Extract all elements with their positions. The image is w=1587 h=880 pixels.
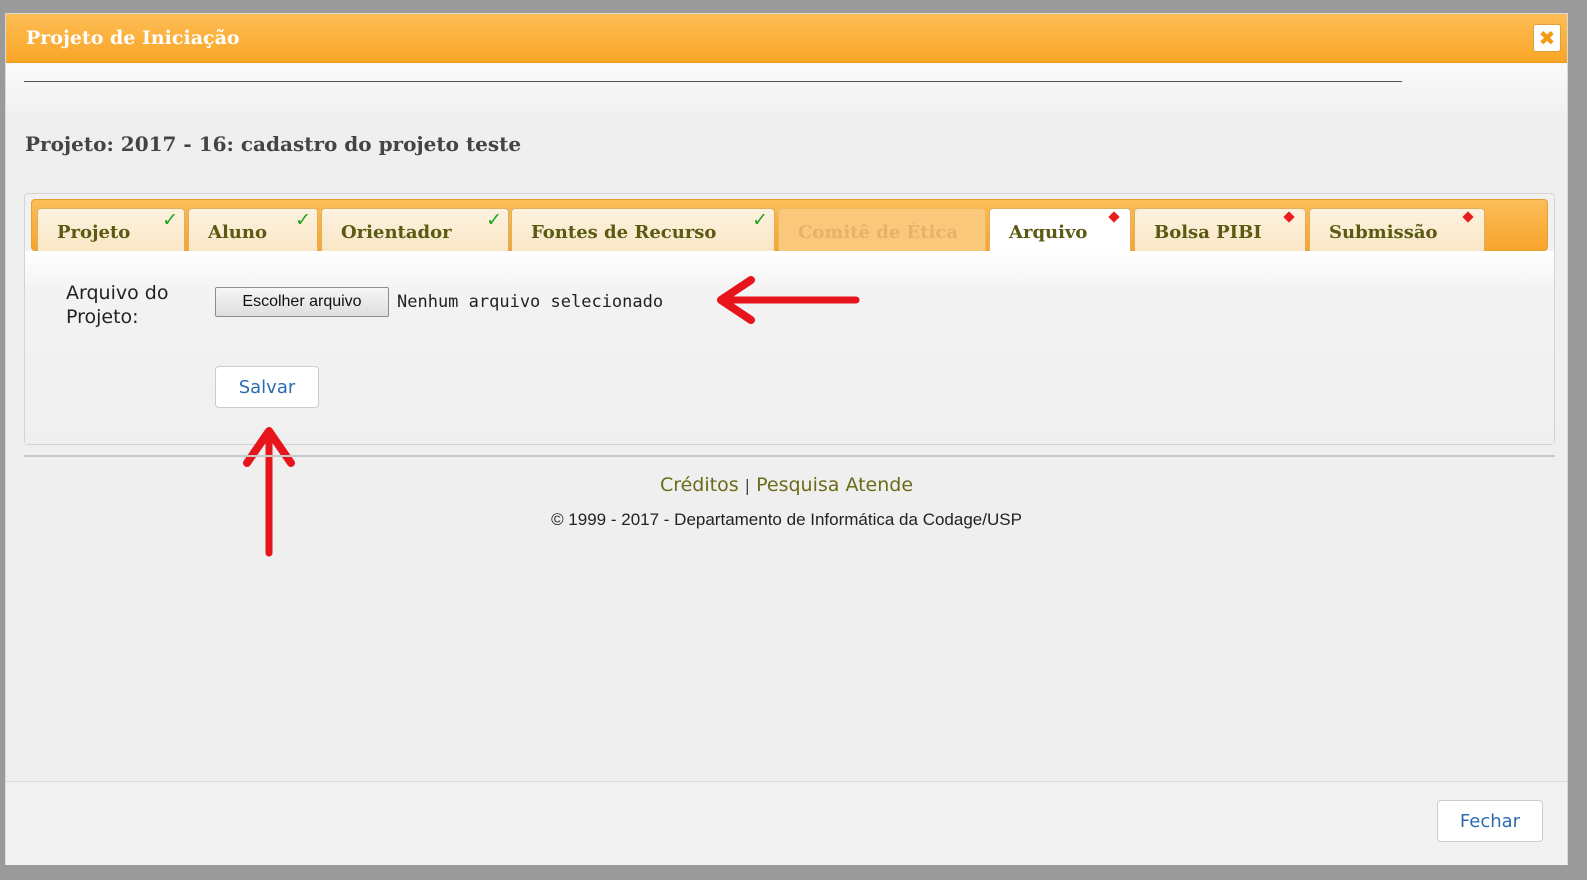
tab-bolsa-pibi[interactable]: Bolsa PIBI — [1134, 208, 1306, 252]
close-button[interactable]: Fechar — [1437, 800, 1543, 842]
file-field-label: Arquivo do Projeto: — [66, 281, 168, 329]
file-field-label-line: Projeto: — [66, 306, 139, 328]
tab-comite-de-etica: Comitê de Ética — [778, 208, 986, 252]
tab-label: Projeto — [57, 222, 131, 243]
tab-label: Bolsa PIBI — [1154, 222, 1262, 243]
pending-dot-icon — [1283, 211, 1295, 223]
support-link[interactable]: Pesquisa Atende — [756, 474, 913, 496]
header-band — [6, 63, 1567, 113]
check-icon: ✓ — [162, 209, 178, 231]
tab-submissao[interactable]: Submissão — [1309, 208, 1485, 252]
copyright-text: © 1999 - 2017 - Departamento de Informát… — [551, 510, 1022, 529]
tab-bar: Projeto ✓ Aluno ✓ Orientador ✓ Fontes de… — [31, 199, 1548, 253]
check-icon: ✓ — [295, 209, 311, 231]
header-divider — [24, 81, 1402, 82]
tab-orientador[interactable]: Orientador ✓ — [321, 208, 509, 252]
tab-label: Fontes de Recurso — [531, 222, 717, 243]
tab-projeto[interactable]: Projeto ✓ — [37, 208, 185, 252]
dialog-button-bar: Fechar — [6, 781, 1567, 865]
tab-label: Comitê de Ética — [798, 222, 959, 243]
check-icon: ✓ — [752, 209, 768, 231]
footer-divider — [24, 455, 1555, 457]
tab-label: Submissão — [1329, 222, 1438, 243]
tab-fontes-de-recurso[interactable]: Fontes de Recurso ✓ — [511, 208, 775, 252]
dialog-titlebar: Projeto de Iniciação ✖ — [6, 14, 1567, 63]
check-icon: ✓ — [486, 209, 502, 231]
annotation-arrow-left-icon — [717, 276, 860, 324]
file-field-label-line: Arquivo do — [66, 282, 169, 304]
tab-aluno[interactable]: Aluno ✓ — [188, 208, 318, 252]
tab-label: Orientador — [341, 222, 452, 243]
pending-dot-icon — [1462, 211, 1474, 223]
tab-panel: Projeto ✓ Aluno ✓ Orientador ✓ Fontes de… — [24, 193, 1555, 445]
dialog-title: Projeto de Iniciação — [26, 27, 240, 49]
file-status-text: Nenhum arquivo selecionado — [397, 292, 664, 312]
page-title: Projeto: 2017 - 16: cadastro do projeto … — [25, 132, 522, 156]
dialog-window: Projeto de Iniciação ✖ Projeto: 2017 - 1… — [5, 13, 1568, 865]
footer-links: Créditos | Pesquisa Atende — [6, 474, 1567, 496]
tab-label: Aluno — [208, 222, 267, 243]
footer-separator: | — [744, 476, 751, 495]
tab-arquivo[interactable]: Arquivo — [989, 208, 1131, 253]
pending-dot-icon — [1108, 211, 1120, 223]
choose-file-button[interactable]: Escolher arquivo — [215, 287, 389, 317]
close-icon[interactable]: ✖ — [1533, 24, 1561, 52]
tab-label: Arquivo — [1009, 222, 1088, 243]
save-button[interactable]: Salvar — [215, 366, 319, 408]
credits-link[interactable]: Créditos — [660, 474, 739, 496]
